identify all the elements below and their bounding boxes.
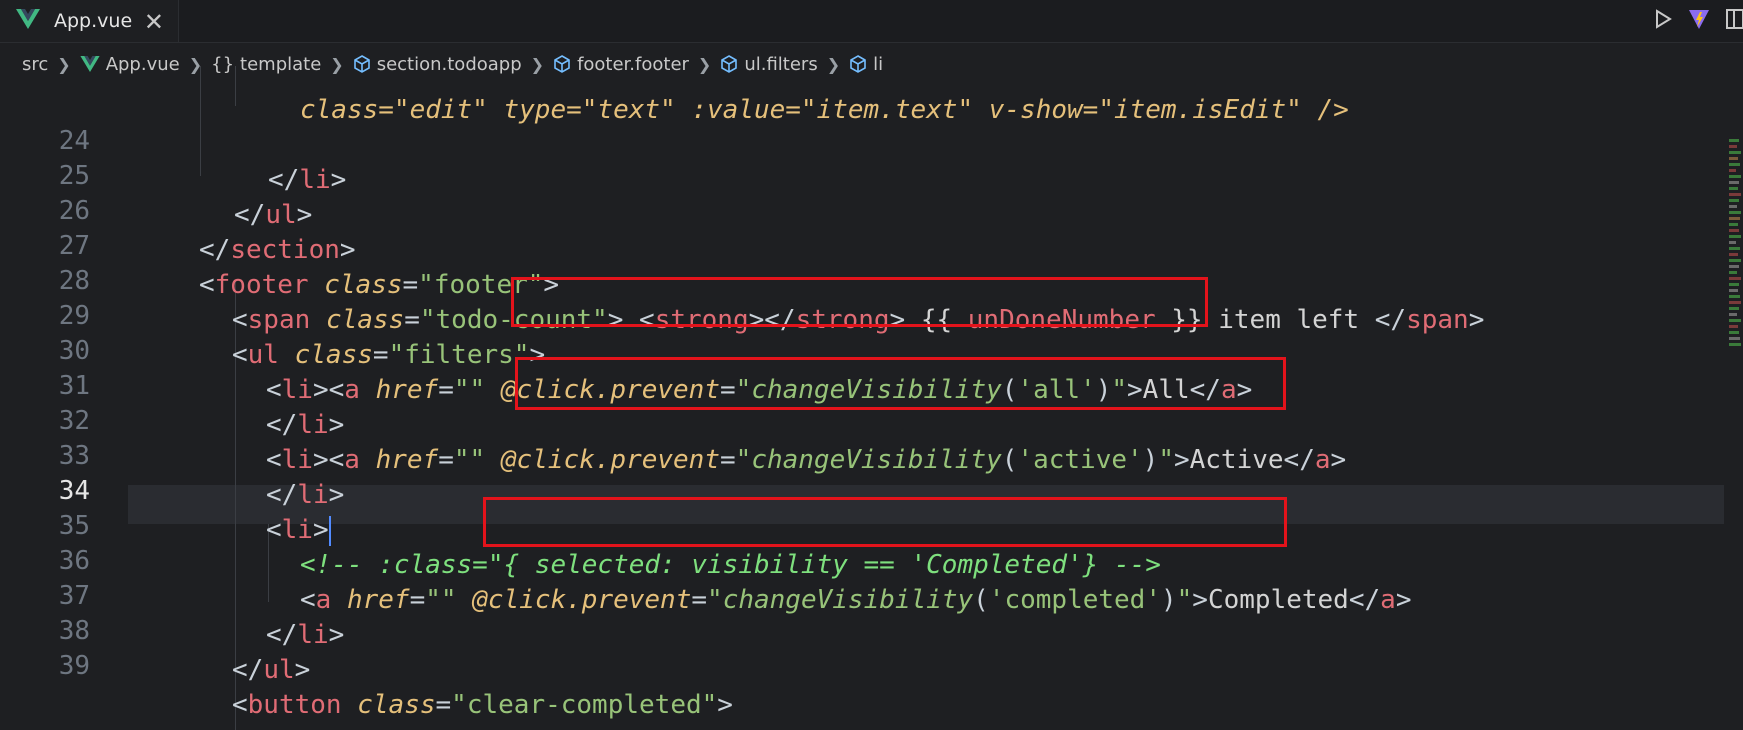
split-editor-icon[interactable]: [1725, 7, 1743, 35]
code-line-34: 34 <li>: [0, 433, 1723, 546]
tab-label: App.vue: [54, 10, 133, 32]
close-tab-icon[interactable]: ✕: [144, 8, 164, 36]
highlight-box-completed: [483, 497, 1287, 547]
code-line-24: 24 </li>: [0, 83, 1723, 195]
code-line-27: 27 <footer class="footer">: [0, 188, 1723, 300]
vite-icon[interactable]: [1687, 7, 1711, 35]
highlight-box-active: [515, 357, 1286, 410]
tab-app-vue[interactable]: App.vue ✕: [0, 0, 179, 42]
code-line-25: 25 </ul>: [0, 118, 1723, 230]
minimap[interactable]: [1729, 136, 1743, 416]
code-line-39: 39 <button class="clear-completed">: [0, 608, 1723, 720]
line-number: 39: [58, 651, 90, 681]
highlight-box-all: [511, 277, 1208, 327]
code-line-26: 26 </section>: [0, 153, 1723, 265]
vue-file-icon: [16, 9, 40, 33]
code-line-38: 38 </ul>: [0, 573, 1723, 685]
tab-bar: App.vue ✕: [0, 0, 1743, 43]
code-editor[interactable]: class="edit" type="text" :value="item.te…: [0, 66, 1743, 730]
run-icon[interactable]: [1653, 8, 1673, 34]
editor-actions: [1653, 8, 1743, 34]
code-line-28: 28 <span class="todo-count"> <strong></s…: [0, 223, 1723, 335]
